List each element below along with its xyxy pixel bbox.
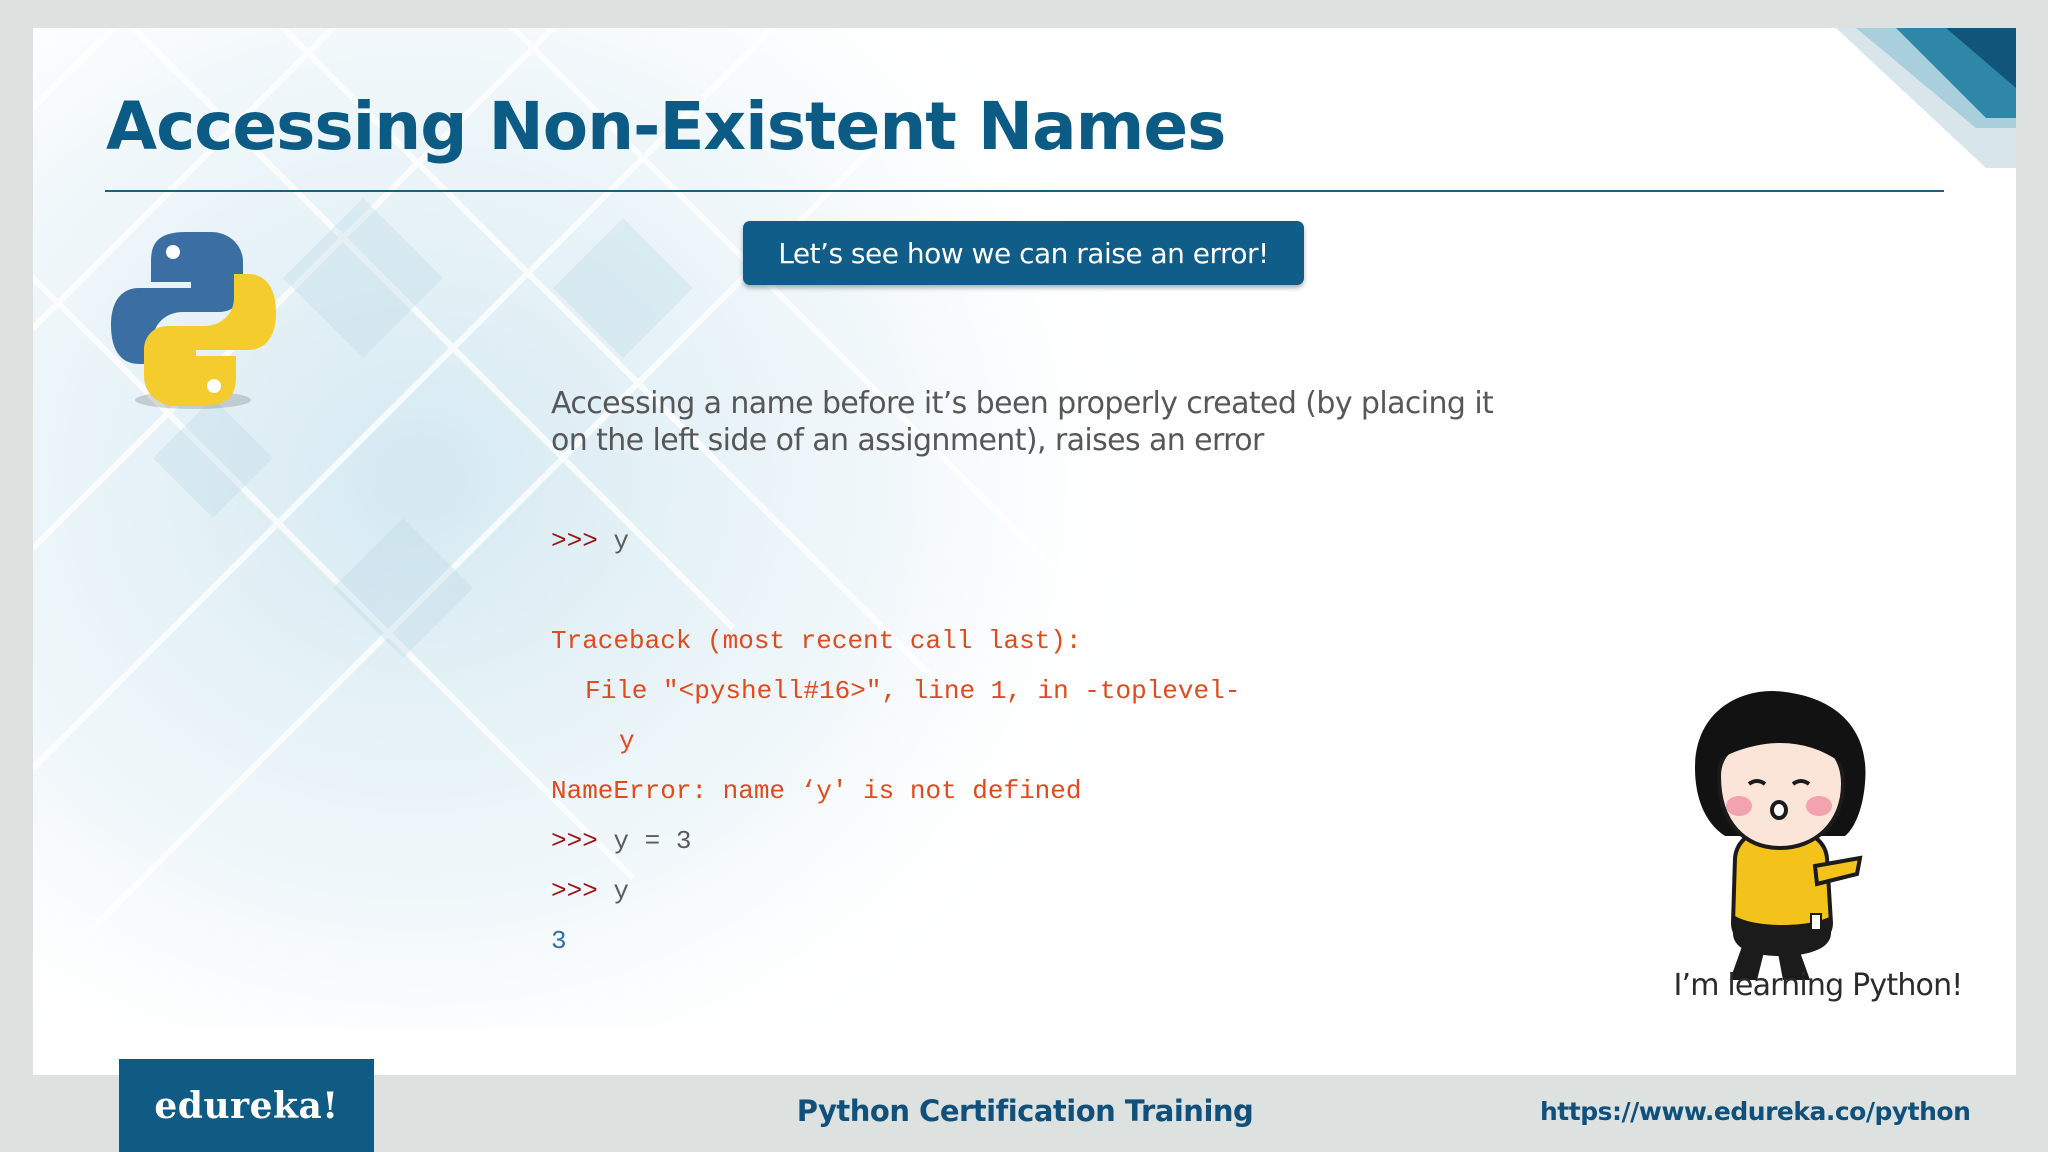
edureka-logo: edureka!: [119, 1059, 374, 1152]
code-prompt: >>>: [551, 826, 598, 856]
traceback-source: y: [619, 726, 635, 756]
code-output: 3: [551, 926, 567, 956]
slide: Accessing Non-Existent Names Let’s see h…: [33, 28, 2016, 1075]
slide-title: Accessing Non-Existent Names: [106, 88, 1226, 165]
code-input: y: [613, 526, 630, 556]
code-line: >>> y: [551, 526, 629, 556]
code-input: y = 3: [613, 826, 692, 856]
raise-error-callout-button[interactable]: Let’s see how we can raise an error!: [743, 221, 1304, 285]
error-message: NameError: name ‘y' is not defined: [551, 776, 1082, 806]
code-line: >>> y: [551, 876, 629, 906]
traceback-header: Traceback (most recent call last):: [551, 626, 1082, 656]
code-prompt: >>>: [551, 876, 598, 906]
code-input: y: [613, 876, 630, 906]
traceback-file: File "<pyshell#16>", line 1, in -topleve…: [585, 676, 1241, 706]
corner-decoration: [1836, 28, 2016, 168]
mascot-girl-illustration: [1695, 691, 1866, 980]
course-title: Python Certification Training: [796, 1094, 1254, 1128]
title-divider: [105, 190, 1944, 192]
mascot-caption: I’m learning Python!: [1673, 968, 1963, 1003]
slide-description: Accessing a name before it’s been proper…: [551, 386, 1494, 458]
code-prompt: >>>: [551, 526, 598, 556]
course-url-link[interactable]: https://www.edureka.co/python: [1540, 1097, 1971, 1126]
code-line: >>> y = 3: [551, 826, 691, 856]
python-logo-icon: [111, 232, 276, 409]
